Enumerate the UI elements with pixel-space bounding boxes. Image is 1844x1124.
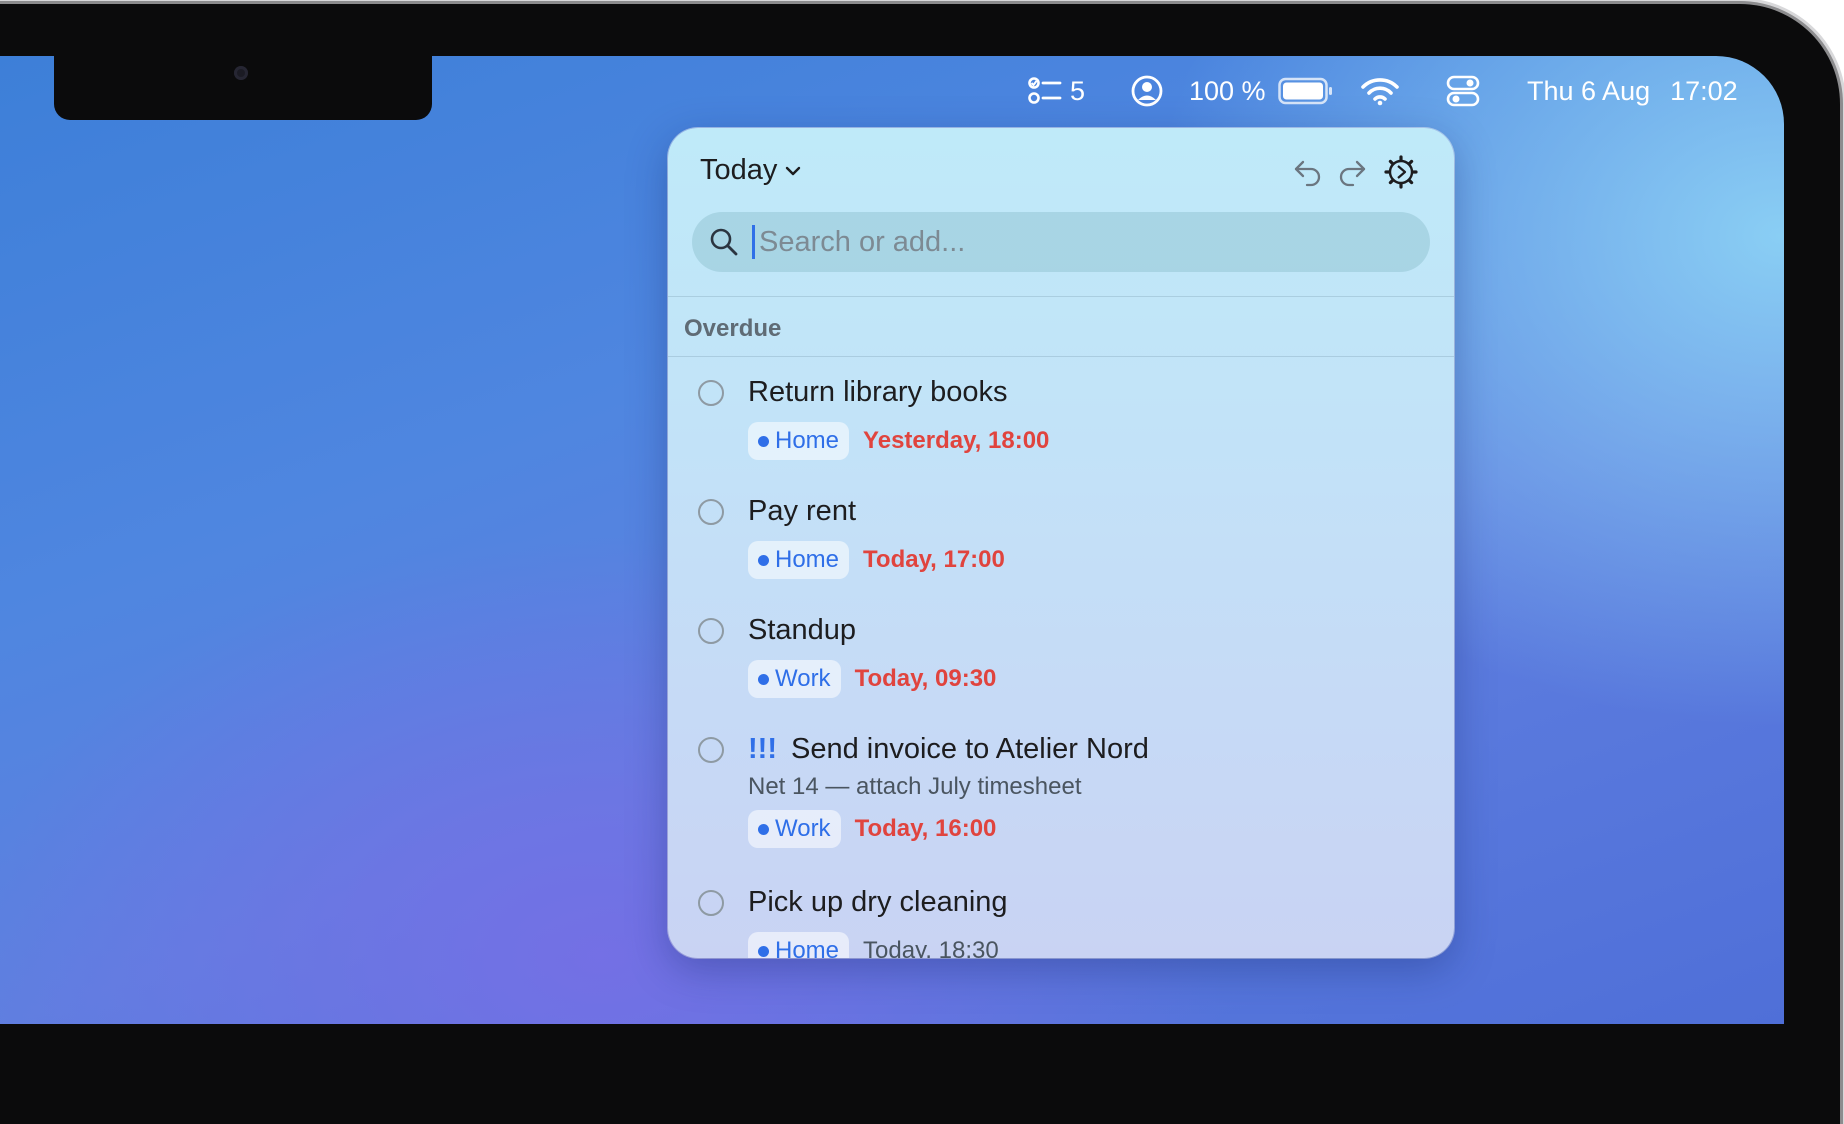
- task-checkbox[interactable]: [698, 618, 724, 644]
- tag-dot-icon: [758, 945, 769, 957]
- tag-label: Home: [775, 937, 840, 958]
- clock[interactable]: Thu 6 Aug 17:02: [1527, 70, 1738, 112]
- tasks-icon: [1028, 76, 1062, 106]
- tag-dot-icon: [758, 554, 769, 566]
- tag-dot-icon: [758, 823, 769, 835]
- undo-button[interactable]: [1288, 152, 1328, 192]
- task-checkbox[interactable]: [698, 890, 724, 916]
- task-tag[interactable]: Home: [748, 422, 850, 460]
- task-checkbox[interactable]: [698, 737, 724, 763]
- task-due-date: Yesterday, 18:00: [863, 427, 1050, 454]
- task-title: Pick up dry cleaning: [748, 886, 1008, 918]
- task-due-date: Today, 09:30: [854, 665, 997, 692]
- task-checkbox[interactable]: [698, 380, 724, 406]
- task-meta: Work Today, 16:00: [748, 810, 996, 848]
- user-account-icon[interactable]: [1130, 70, 1164, 112]
- task-due-date: Today, 16:00: [854, 815, 997, 842]
- section-title-overdue: Overdue: [684, 315, 782, 342]
- search-icon: [708, 226, 740, 258]
- redo-icon: [1336, 157, 1368, 187]
- task-meta: Home Yesterday, 18:00: [748, 422, 1049, 460]
- view-selector[interactable]: Today: [700, 154, 801, 187]
- task-title: Return library books: [748, 376, 1008, 408]
- task-tag[interactable]: Work: [748, 660, 841, 698]
- redo-button[interactable]: [1332, 152, 1372, 192]
- task-tag[interactable]: Work: [748, 810, 841, 848]
- text-caret: [752, 225, 755, 259]
- tag-label: Work: [775, 815, 831, 842]
- search-input[interactable]: [757, 224, 1361, 260]
- section-divider: [668, 356, 1454, 357]
- popover-header: Today: [668, 128, 1454, 198]
- settings-button[interactable]: [1381, 152, 1421, 192]
- task-note: Net 14 — attach July timesheet: [748, 773, 1082, 800]
- header-divider: [668, 296, 1454, 297]
- task-title: Standup: [748, 614, 857, 646]
- chevron-down-icon: [785, 165, 801, 177]
- task-tag[interactable]: Home: [748, 541, 850, 579]
- task-tag[interactable]: Home: [748, 932, 850, 958]
- task-meta: Home Today, 17:00: [748, 541, 1005, 579]
- tasks-popover: Today Search or add... Overdue Return li…: [668, 128, 1454, 958]
- tasks-menu-extra[interactable]: 5: [1028, 70, 1085, 112]
- task-due-date: Today, 18:30: [863, 937, 999, 958]
- battery-status[interactable]: 100 %: [1189, 70, 1334, 112]
- task-meta: Work Today, 09:30: [748, 660, 996, 698]
- task-checkbox[interactable]: [698, 499, 724, 525]
- gear-icon: [1384, 155, 1418, 189]
- tag-label: Home: [775, 546, 840, 573]
- menubar-date: Thu 6 Aug: [1527, 75, 1651, 106]
- control-center-icon[interactable]: [1446, 70, 1480, 112]
- battery-icon: [1277, 77, 1334, 105]
- search-bar: [692, 212, 1430, 272]
- tag-dot-icon: [758, 673, 769, 685]
- wifi-icon[interactable]: [1360, 70, 1400, 112]
- view-label: Today: [700, 154, 778, 186]
- tasks-count: 5: [1070, 75, 1086, 106]
- tag-label: Work: [775, 665, 831, 692]
- task-title: !!! Send invoice to Atelier Nord: [748, 733, 1149, 766]
- task-title: Pay rent: [748, 495, 856, 527]
- battery-percent: 100 %: [1189, 75, 1266, 106]
- tag-dot-icon: [758, 435, 769, 447]
- tag-label: Home: [775, 427, 840, 454]
- menubar-time: 17:02: [1670, 75, 1738, 106]
- menu-bar: 5 100 % Thu 6 Aug 17:02: [0, 70, 1784, 112]
- undo-icon: [1292, 157, 1324, 187]
- priority-indicator: !!!: [748, 733, 777, 765]
- task-due-date: Today, 17:00: [863, 546, 1005, 573]
- task-title-text: Send invoice to Atelier Nord: [790, 733, 1149, 765]
- task-meta: Home Today, 18:30: [748, 932, 999, 958]
